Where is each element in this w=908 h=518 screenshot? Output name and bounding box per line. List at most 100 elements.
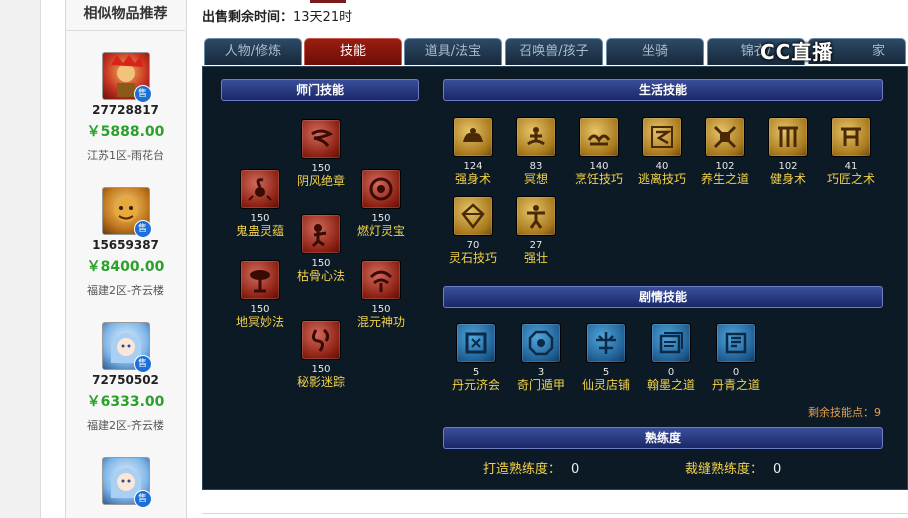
scorpion-icon [240, 169, 280, 209]
skill-name: 健身术 [769, 172, 806, 186]
sidebar-title: 相似物品推荐 [66, 0, 185, 31]
skill-name: 灵石技巧 [448, 251, 497, 265]
lamp-icon [361, 169, 401, 209]
recommended-item[interactable]: 售 72750502 ￥6333.00 福建2区-齐云楼 [66, 322, 185, 433]
sale-time-label: 出售剩余时间： [202, 10, 294, 25]
forge-proficiency: 打造熟练度： 0 [483, 458, 579, 477]
tab-mounts[interactable]: 坐骑 [606, 38, 704, 65]
skill-name: 鬼蛊灵蕴 [235, 224, 284, 238]
skill-name: 巧匠之术 [826, 172, 875, 186]
plot-skill[interactable]: 3 奇门遁甲 [511, 323, 571, 393]
top-accent-bar [310, 0, 346, 3]
plot-skill[interactable]: 5 仙灵店铺 [576, 323, 636, 393]
recommended-item[interactable]: 售 15659387 ￥8400.00 福建2区-齐云楼 [66, 187, 185, 298]
item-id: 72750502 [92, 373, 159, 387]
tab-items[interactable]: 道具/法宝 [404, 38, 502, 65]
skill-name: 仙灵店铺 [581, 378, 630, 392]
item-server: 江苏1区-雨花台 [87, 149, 164, 162]
similar-items-sidebar: 相似物品推荐 售 27728817 ￥5888.00 江苏1区-雨花台 售 15… [0, 0, 187, 518]
sale-remaining-time: 出售剩余时间：13天21时 [202, 6, 352, 25]
elixir-icon [456, 323, 496, 363]
skill-name: 阴风绝章 [296, 174, 345, 188]
tab-character[interactable]: 人物/修炼 [204, 38, 302, 65]
skills-panel: 师门技能 生活技能 150 阴风绝章 150 鬼蛊灵蕴 150 燃灯灵宝 150… [202, 66, 908, 490]
life-skill[interactable]: 70 灵石技巧 [443, 196, 503, 266]
scroll-icon [716, 323, 756, 363]
life-skill[interactable]: 102 养生之道 [695, 117, 755, 187]
school-skill[interactable]: 150 枯骨心法 [291, 214, 351, 284]
life-skill[interactable]: 124 强身术 [443, 117, 503, 187]
book-icon [651, 323, 691, 363]
tailor-proficiency: 裁缝熟练度： 0 [685, 458, 781, 477]
portal-icon [521, 323, 561, 363]
life-skill[interactable]: 41 巧匠之术 [821, 117, 881, 187]
skill-name: 养生之道 [700, 172, 749, 186]
school-skill[interactable]: 150 阴风绝章 [291, 119, 351, 189]
shop-icon [586, 323, 626, 363]
plot-skill[interactable]: 0 丹青之道 [706, 323, 766, 393]
forge-proficiency-label: 打造熟练度： [483, 462, 562, 477]
recommended-item[interactable]: 售 27728817 ￥5888.00 江苏1区-雨花台 [66, 52, 185, 163]
spirit-icon [361, 260, 401, 300]
skill-name: 强壮 [523, 251, 548, 265]
recommended-item[interactable]: 售 [66, 457, 185, 508]
fitness-icon [768, 117, 808, 157]
life-skill[interactable]: 27 强壮 [506, 196, 566, 266]
tab-skills[interactable]: 技能 [304, 38, 402, 65]
skill-name: 逃离技巧 [637, 172, 686, 186]
skill-name: 烹饪技巧 [574, 172, 623, 186]
muscle-icon [453, 117, 493, 157]
sale-badge: 售 [133, 355, 152, 373]
school-skills-header: 师门技能 [221, 79, 419, 101]
skill-name: 秘影迷踪 [296, 375, 345, 389]
skill-name: 奇门遁甲 [516, 378, 565, 392]
skill-name: 强身术 [454, 172, 491, 186]
item-id: 15659387 [92, 238, 159, 252]
sale-badge: 售 [133, 490, 152, 508]
life-skill[interactable]: 102 健身术 [758, 117, 818, 187]
skill-name: 混元神功 [356, 315, 405, 329]
item-price: ￥5888.00 [86, 124, 165, 140]
strong-icon [516, 196, 556, 236]
skill-name: 地冥妙法 [235, 315, 284, 329]
cooking-icon [579, 117, 619, 157]
escape-icon [642, 117, 682, 157]
plot-skills-header: 剧情技能 [443, 286, 883, 308]
skill-name: 丹元济会 [451, 378, 500, 392]
sale-badge: 售 [133, 220, 152, 238]
blue-hair-girl-avatar[interactable]: 售 [101, 322, 152, 373]
tree-icon [240, 260, 280, 300]
skill-name: 翰墨之道 [646, 378, 695, 392]
item-id: 27728817 [92, 103, 159, 117]
skeleton-icon [301, 214, 341, 254]
sale-badge: 售 [133, 85, 152, 103]
school-skill[interactable]: 150 鬼蛊灵蕴 [230, 169, 290, 239]
life-skill[interactable]: 83 冥想 [506, 117, 566, 187]
item-price: ￥6333.00 [86, 394, 165, 410]
life-skill[interactable]: 40 逃离技巧 [632, 117, 692, 187]
gem-icon [453, 196, 493, 236]
divider [202, 513, 908, 514]
blue-hair-girl-avatar[interactable]: 售 [101, 457, 152, 508]
school-skill[interactable]: 150 地冥妙法 [230, 260, 290, 330]
life-skill[interactable]: 140 烹饪技巧 [569, 117, 629, 187]
sale-time-value: 13天21时 [293, 10, 353, 25]
shadow-icon [301, 320, 341, 360]
skill-name: 丹青之道 [711, 378, 760, 392]
school-skill[interactable]: 150 混元神功 [351, 260, 411, 330]
proficiency-header: 熟练度 [443, 427, 883, 449]
tiger-king-avatar[interactable]: 售 [101, 187, 152, 238]
plot-skill[interactable]: 0 翰墨之道 [641, 323, 701, 393]
wind-icon [301, 119, 341, 159]
left-gutter [0, 0, 41, 518]
school-skill[interactable]: 150 燃灯灵宝 [351, 169, 411, 239]
lion-warrior-avatar[interactable]: 售 [101, 52, 152, 103]
tab-pets[interactable]: 召唤兽/孩子 [505, 38, 603, 65]
cc-live-watermark: CC直播 [760, 40, 834, 64]
plot-skill[interactable]: 5 丹元济会 [446, 323, 506, 393]
item-server: 福建2区-齐云楼 [87, 284, 164, 297]
tailor-proficiency-value: 0 [773, 462, 782, 477]
item-server: 福建2区-齐云楼 [87, 419, 164, 432]
school-skill[interactable]: 150 秘影迷踪 [291, 320, 351, 390]
meditate-icon [516, 117, 556, 157]
